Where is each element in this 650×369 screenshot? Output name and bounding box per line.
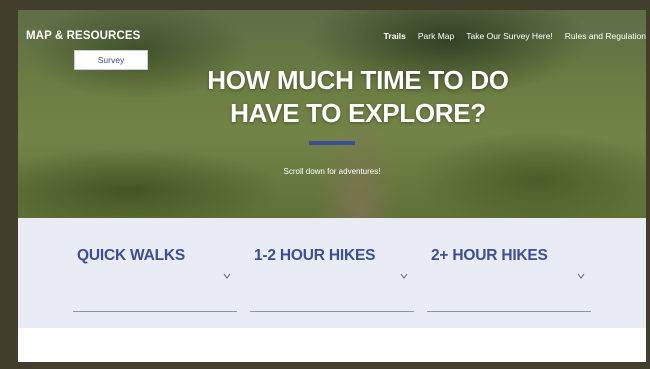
category-2-plus-hour-hikes[interactable]: 2+ HOUR HIKES — [427, 218, 591, 328]
category-title: 1-2 HOUR HIKES — [254, 247, 376, 264]
hero-headline: HOW MUCH TIME TO DO HAVE TO EXPLORE? — [148, 64, 568, 130]
chevron-down-icon[interactable] — [400, 271, 408, 281]
hero-headline-line-1: HOW MUCH TIME TO DO — [207, 65, 509, 95]
chevron-down-icon[interactable] — [577, 271, 585, 281]
category-divider — [427, 311, 591, 312]
category-divider — [250, 311, 414, 312]
category-title: 2+ HOUR HIKES — [431, 247, 548, 264]
survey-button[interactable]: Survey — [74, 50, 148, 70]
nav-item-trails[interactable]: Trails — [384, 31, 406, 41]
headline-underline — [309, 141, 355, 145]
category-quick-walks[interactable]: QUICK WALKS — [73, 218, 237, 328]
page-frame: MAP & RESOURCES Trails Park Map Take Our… — [18, 10, 646, 362]
nav-item-rules[interactable]: Rules and Regulation — [565, 31, 646, 41]
main-nav: Trails Park Map Take Our Survey Here! Ru… — [384, 31, 646, 41]
site-brand[interactable]: MAP & RESOURCES — [26, 30, 140, 42]
hero-section: MAP & RESOURCES Trails Park Map Take Our… — [18, 10, 646, 218]
nav-item-park-map[interactable]: Park Map — [418, 31, 454, 41]
scroll-hint: Scroll down for adventures! — [283, 167, 381, 176]
chevron-down-icon[interactable] — [223, 271, 231, 281]
category-title: QUICK WALKS — [77, 247, 186, 264]
hike-categories: QUICK WALKS 1-2 HOUR HIKES 2+ HOUR HIKES — [18, 218, 646, 328]
category-1-2-hour-hikes[interactable]: 1-2 HOUR HIKES — [250, 218, 414, 328]
hero-headline-line-2: HAVE TO EXPLORE? — [230, 98, 486, 128]
nav-item-survey[interactable]: Take Our Survey Here! — [466, 31, 552, 41]
category-divider — [73, 311, 237, 312]
